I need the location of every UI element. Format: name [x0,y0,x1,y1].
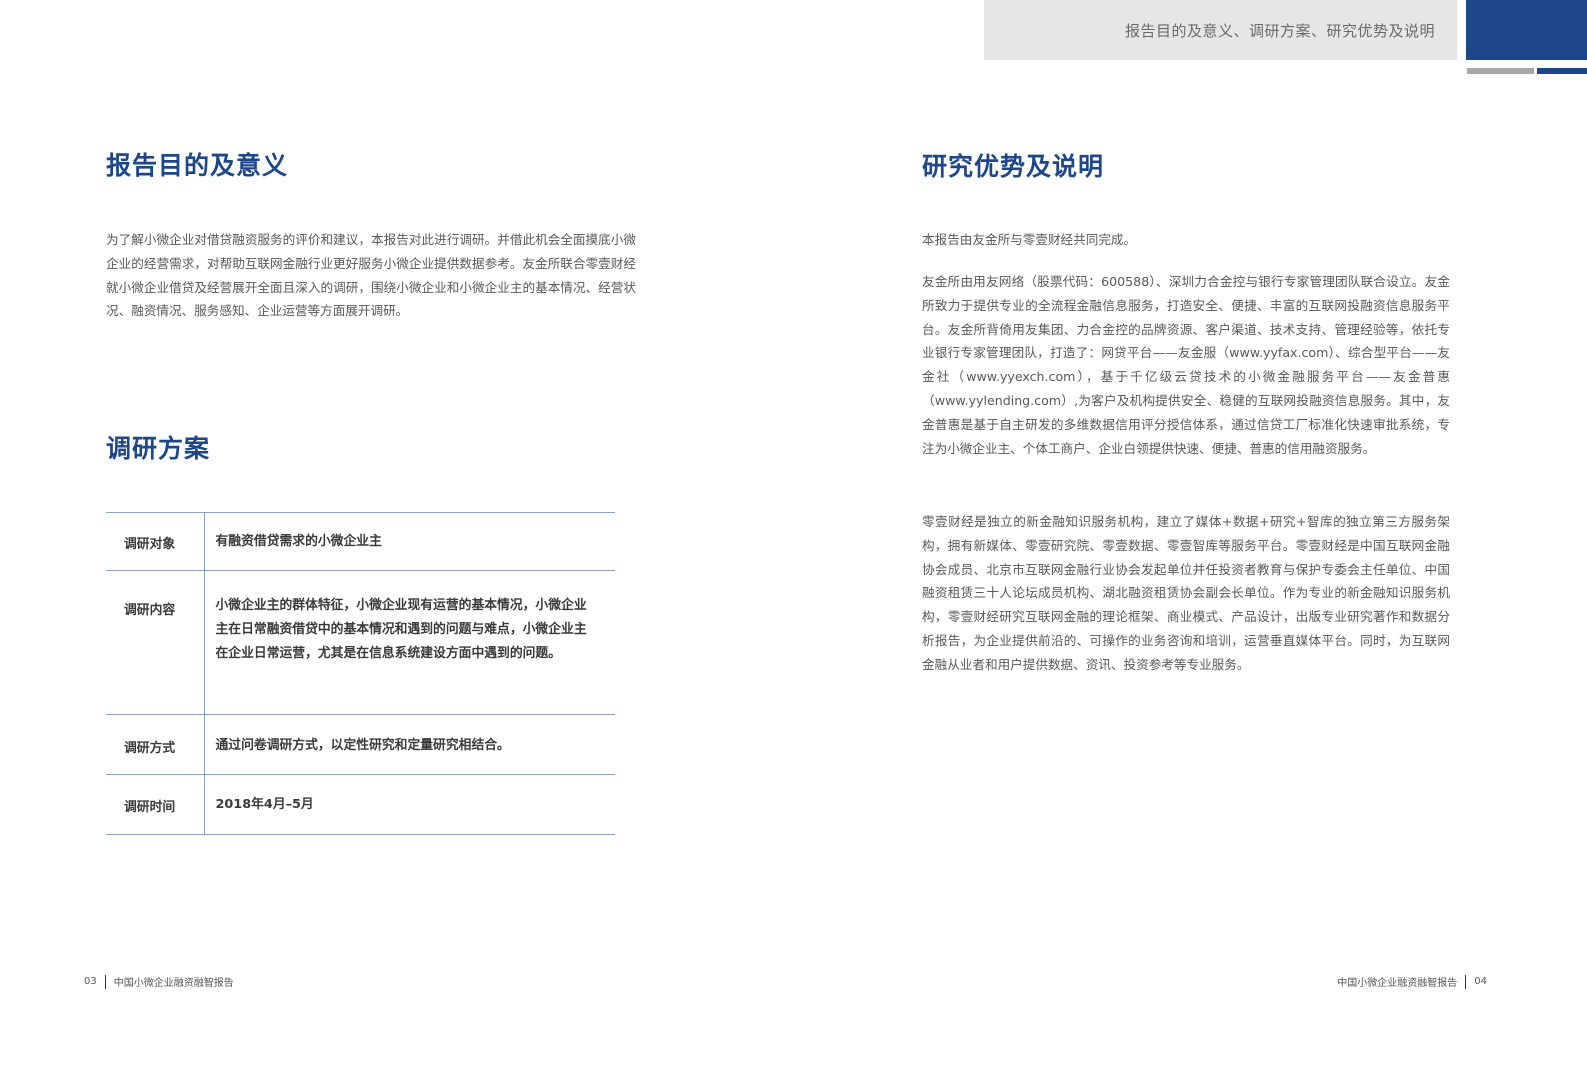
corner-accent-bar-gray [1467,68,1534,74]
purpose-heading: 报告目的及意义 [106,151,289,180]
footer-divider [104,974,106,989]
footer-report-title: 中国小微企业融资融智报告 [1337,978,1458,989]
page-number: 03 [84,976,97,987]
footer-divider [1465,974,1467,989]
advantage-intro: 本报告由友金所与零壹财经共同完成。 [922,232,1137,247]
purpose-body: 为了解小微企业对借贷融资服务的评价和建议，本报告对此进行调研。并借此机会全面摸底… [106,232,636,319]
lingyi-description: 零壹财经是独立的新金融知识服务机构，建立了媒体+数据+研究+智库的独立第三方服务… [922,514,1450,672]
row-value: 通过问卷调研方式，以定性研究和定量研究相结合。 [215,738,510,753]
row-value: 2018年4月–5月 [215,797,314,812]
youjinsuo-description: 友金所由用友网络（股票代码：600588）、深圳力合金控与银行专家管理团队联合设… [922,274,1450,456]
table-row: 调研对象 有融资借贷需求的小微企业主 [106,512,615,571]
advantage-heading: 研究优势及说明 [922,152,1105,181]
row-value: 有融资借贷需求的小微企业主 [215,534,382,549]
table-row: 调研时间 2018年4月–5月 [106,774,615,835]
left-footer: 03 中国小微企业融资融智报告 [84,974,234,989]
header-band: 报告目的及意义、调研方案、研究优势及说明 [984,0,1457,60]
section-header-title: 报告目的及意义、调研方案、研究优势及说明 [1124,22,1435,40]
table-row: 调研内容 小微企业主的群体特征，小微企业现有运营的基本情况，小微企业主在日常融资… [106,570,615,715]
corner-accent-bar-blue [1537,68,1587,74]
row-value: 小微企业主的群体特征，小微企业现有运营的基本情况，小微企业主在日常融资借贷中的基… [215,598,587,661]
right-footer: 中国小微企业融资融智报告 04 [1337,974,1487,989]
page-number: 04 [1474,976,1487,987]
row-key: 调研内容 [106,570,205,715]
footer-report-title: 中国小微企业融资融智报告 [113,978,234,989]
row-key: 调研对象 [106,512,205,571]
table-row: 调研方式 通过问卷调研方式，以定性研究和定量研究相结合。 [106,714,615,775]
row-key: 调研时间 [106,774,205,835]
corner-accent-block [1466,0,1587,60]
row-key: 调研方式 [106,714,205,775]
survey-plan-table: 调研对象 有融资借贷需求的小微企业主 调研内容 小微企业主的群体特征，小微企业现… [106,512,615,835]
plan-heading: 调研方案 [106,434,211,463]
